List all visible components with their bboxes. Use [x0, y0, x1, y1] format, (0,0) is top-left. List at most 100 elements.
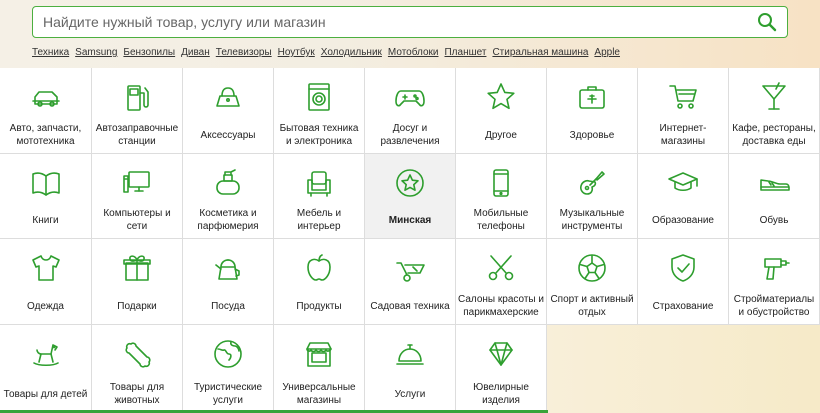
category-label: Товары для детей	[3, 388, 88, 400]
tag-link[interactable]: Планшет	[444, 47, 486, 58]
gamepad-icon	[393, 80, 427, 114]
category-tile[interactable]: Мобильные телефоны	[456, 154, 547, 239]
category-tile[interactable]: Товары для животных	[92, 325, 183, 413]
search-icon	[758, 13, 777, 32]
bag-icon	[211, 80, 245, 114]
category-tile[interactable]: Аксессуары	[183, 68, 274, 154]
star-circle-icon	[393, 166, 427, 200]
category-tile[interactable]: Товары для детей	[0, 325, 92, 413]
category-tile[interactable]: Косметика и парфюмерия	[183, 154, 274, 239]
category-label: Одежда	[27, 300, 64, 312]
category-label: Образование	[652, 214, 714, 226]
category-tile[interactable]: Туристические услуги	[183, 325, 274, 413]
category-tile[interactable]: Образование	[638, 154, 729, 239]
category-tile[interactable]: Посуда	[183, 239, 274, 325]
tag-link[interactable]: Apple	[594, 47, 620, 58]
service-bell-icon	[393, 337, 427, 371]
category-label: Здоровье	[569, 129, 615, 141]
search-input[interactable]	[33, 7, 747, 37]
category-label: Подарки	[117, 300, 157, 312]
category-label: Книги	[32, 214, 59, 226]
category-label: Продукты	[296, 300, 342, 312]
category-label: Авто, запчасти, мототехника	[9, 123, 82, 147]
category-tile[interactable]: Бытовая техника и электроника	[274, 68, 365, 154]
tshirt-icon	[29, 251, 63, 285]
rocking-horse-icon	[29, 337, 63, 371]
category-label: Салоны красоты и парикмахерские	[458, 294, 544, 318]
tag-link[interactable]: Телевизоры	[216, 47, 272, 58]
category-label: Услуги	[394, 388, 426, 400]
category-tile[interactable]: Здоровье	[547, 68, 638, 154]
category-tile[interactable]: Мебель и интерьер	[274, 154, 365, 239]
category-tile[interactable]: Одежда	[0, 239, 92, 325]
category-tile[interactable]: Подарки	[92, 239, 183, 325]
first-aid-icon	[575, 80, 609, 114]
category-tile[interactable]: Спорт и активный отдых	[547, 239, 638, 325]
tag-link[interactable]: Стиральная машина	[492, 47, 588, 58]
category-tile[interactable]: Салоны красоты и парикмахерские	[456, 239, 547, 325]
category-tile[interactable]: Ювелирные изделия	[456, 325, 547, 413]
category-label: Бытовая техника и электроника	[279, 123, 359, 147]
car-icon	[29, 80, 63, 114]
category-label: Ювелирные изделия	[473, 382, 529, 406]
kettle-icon	[211, 251, 245, 285]
drill-icon	[757, 251, 791, 285]
globe-icon	[211, 337, 245, 371]
scissors-icon	[484, 251, 518, 285]
category-label: Обувь	[759, 214, 789, 226]
category-tile[interactable]: Интернет-магазины	[638, 68, 729, 154]
category-tile[interactable]: Книги	[0, 154, 92, 239]
category-tile[interactable]: Страхование	[638, 239, 729, 325]
graduation-cap-icon	[666, 166, 700, 200]
category-tile[interactable]: Автозаправочные станции	[92, 68, 183, 154]
category-tile[interactable]: Садовая техника	[365, 239, 456, 325]
category-label: Кафе, рестораны, доставка еды	[732, 123, 816, 147]
fuel-pump-icon	[120, 80, 154, 114]
category-label: Минская	[388, 214, 432, 226]
category-label: Аксессуары	[200, 129, 256, 141]
tag-link[interactable]: Samsung	[75, 47, 117, 58]
phone-icon	[484, 166, 518, 200]
tag-link[interactable]: Холодильник	[321, 47, 382, 58]
category-label: Музыкальные инструменты	[559, 208, 625, 232]
category-label: Досуг и развлечения	[380, 123, 440, 147]
book-icon	[29, 166, 63, 200]
category-label: Другое	[485, 129, 517, 141]
category-tile[interactable]: Стройматериалы и обустройство	[729, 239, 820, 325]
category-label: Садовая техника	[370, 300, 450, 312]
category-label: Косметика и парфюмерия	[197, 208, 259, 232]
shield-icon	[666, 251, 700, 285]
category-tile[interactable]: Кафе, рестораны, доставка еды	[729, 68, 820, 154]
tag-link[interactable]: Ноутбук	[278, 47, 315, 58]
category-tile[interactable]: Компьютеры и сети	[92, 154, 183, 239]
category-tile[interactable]: Услуги	[365, 325, 456, 413]
cart-icon	[666, 80, 700, 114]
armchair-icon	[302, 166, 336, 200]
tag-link[interactable]: Бензопилы	[123, 47, 175, 58]
tag-link[interactable]: Техника	[32, 47, 69, 58]
guitar-icon	[575, 166, 609, 200]
category-label: Универсальные магазины	[282, 382, 356, 406]
category-tile[interactable]: Обувь	[729, 154, 820, 239]
category-tile[interactable]: Продукты	[274, 239, 365, 325]
category-label: Стройматериалы и обустройство	[733, 294, 815, 318]
category-tile[interactable]: Музыкальные инструменты	[547, 154, 638, 239]
category-tile[interactable]: Другое	[456, 68, 547, 154]
gift-icon	[120, 251, 154, 285]
search-bar	[32, 6, 788, 38]
computer-icon	[120, 166, 154, 200]
soccer-ball-icon	[575, 251, 609, 285]
category-tile[interactable]: Универсальные магазины	[274, 325, 365, 413]
grid-empty-area	[547, 325, 820, 413]
tag-link[interactable]: Диван	[181, 47, 210, 58]
category-label: Посуда	[211, 300, 245, 312]
category-tile[interactable]: Авто, запчасти, мототехника	[0, 68, 92, 154]
search-button[interactable]	[747, 7, 787, 37]
store-icon	[302, 337, 336, 371]
category-label: Компьютеры и сети	[103, 208, 171, 232]
category-tile[interactable]: Досуг и развлечения	[365, 68, 456, 154]
category-tile[interactable]: Минская	[365, 154, 456, 239]
tag-link[interactable]: Мотоблоки	[388, 47, 439, 58]
bone-icon	[120, 337, 154, 371]
category-label: Товары для животных	[109, 382, 165, 406]
